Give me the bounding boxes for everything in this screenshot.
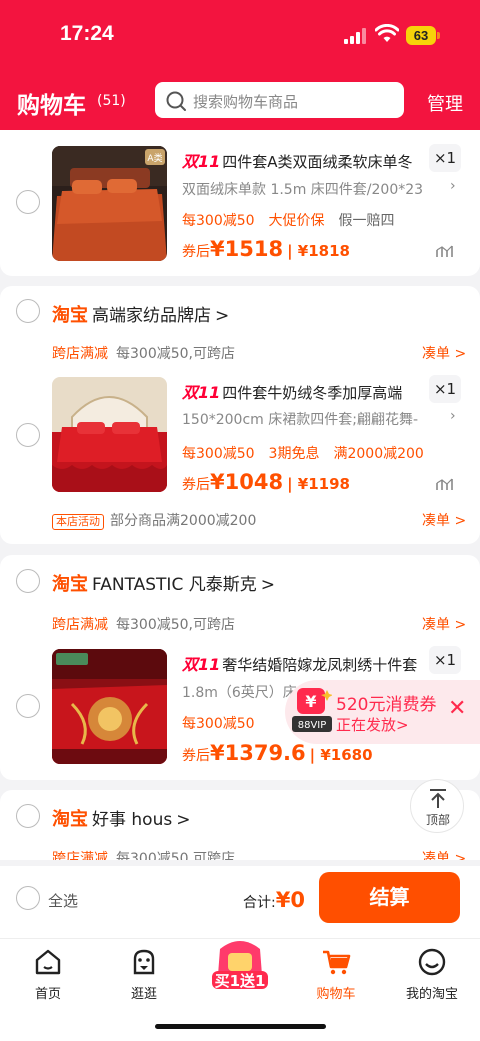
- cross-store-discount: 跨店满减 每300减50,可跨店: [52, 851, 235, 860]
- back-to-top-button[interactable]: 顶部: [410, 779, 464, 833]
- add-on-link[interactable]: 凑单 >: [422, 510, 466, 530]
- item-checkbox[interactable]: [16, 694, 40, 718]
- store-name[interactable]: 淘宝 高端家纺品牌店 >: [52, 301, 229, 327]
- promo-gift-icon: 买1送1: [212, 941, 268, 990]
- wifi-icon: [375, 24, 399, 42]
- item-title[interactable]: 双11 四件套A类双面绒柔软床单冬: [182, 148, 420, 172]
- cart-item-card: A类 双11 四件套A类双面绒柔软床单冬 ×1 双面绒床单款 1.5m 床四件套/…: [0, 130, 480, 276]
- home-icon: [35, 949, 61, 975]
- search-icon: [166, 91, 186, 111]
- vip-coupon-title: 520元消费券: [336, 695, 437, 715]
- cart-icon: [323, 950, 351, 975]
- item-promos: 每300减50: [182, 716, 255, 732]
- add-on-link[interactable]: 凑单 >: [422, 343, 466, 363]
- chevron-right-icon: ›: [450, 178, 456, 194]
- checkout-bar: 全选 合计:¥0 结算: [0, 866, 480, 938]
- svg-text:¥: ¥: [305, 692, 316, 711]
- item-quantity[interactable]: ×1: [429, 375, 461, 403]
- vip-coupon-icon: ¥ 88VIP: [292, 688, 332, 732]
- item-checkbox[interactable]: [16, 423, 40, 447]
- store-name[interactable]: 淘宝 好事 hous >: [52, 805, 190, 831]
- item-price: 券后¥1379.6 | ¥1680: [182, 741, 373, 765]
- store-checkbox[interactable]: [16, 804, 40, 828]
- profile-icon: [418, 948, 446, 976]
- price-trend-icon[interactable]: [436, 477, 454, 491]
- item-quantity[interactable]: ×1: [429, 144, 461, 172]
- browse-icon: [133, 949, 155, 975]
- svg-text:A类: A类: [147, 152, 162, 164]
- header: 17:24 63 购物车 (51) 搜索购物车商品 管理: [0, 0, 480, 130]
- item-promos: 每300减50 3期免息 满2000减200: [182, 446, 424, 462]
- add-on-link[interactable]: 凑单 >: [422, 848, 466, 860]
- cross-store-discount: 跨店满减 每300减50,可跨店: [52, 346, 235, 362]
- product-image[interactable]: A类: [52, 146, 167, 261]
- home-indicator: [155, 1024, 326, 1029]
- item-price: 券后¥1518 | ¥1818: [182, 237, 350, 261]
- total-amount: 合计:¥0: [243, 888, 305, 912]
- item-spec[interactable]: 双面绒床单款 1.5m 床四件套/200*23: [182, 179, 450, 199]
- battery-indicator: 63: [406, 26, 440, 45]
- store-checkbox[interactable]: [16, 299, 40, 323]
- store-name[interactable]: 淘宝 FANTASTIC 凡泰斯克 >: [52, 570, 275, 596]
- item-spec[interactable]: 1.8m（6英尺）床: [182, 682, 302, 702]
- store-activity: 本店活动 部分商品满2000减200: [52, 510, 256, 530]
- item-checkbox[interactable]: [16, 190, 40, 214]
- item-price: 券后¥1048 | ¥1198: [182, 470, 350, 494]
- arrow-up-icon: [430, 789, 446, 808]
- vip-coupon-banner[interactable]: ¥ 88VIP 520元消费券 正在发放> ✕: [285, 680, 480, 744]
- cross-store-discount: 跨店满减 每300减50,可跨店: [52, 617, 235, 633]
- checkout-button[interactable]: 结算: [319, 872, 460, 923]
- tab-promo[interactable]: 买1送1: [192, 935, 288, 991]
- select-all-checkbox[interactable]: [16, 886, 40, 910]
- item-quantity[interactable]: ×1: [429, 646, 461, 674]
- product-image[interactable]: [52, 649, 167, 764]
- status-bar: 17:24 63: [0, 0, 480, 70]
- manage-button[interactable]: 管理: [427, 90, 463, 116]
- search-placeholder: 搜索购物车商品: [193, 93, 299, 111]
- item-title[interactable]: 双11 奢华结婚陪嫁龙凤刺绣十件套: [182, 651, 420, 675]
- store-checkbox[interactable]: [16, 569, 40, 593]
- close-icon[interactable]: ✕: [448, 696, 466, 721]
- chevron-right-icon: ›: [450, 408, 456, 424]
- status-time: 17:24: [60, 22, 114, 45]
- store-card: 淘宝 好事 hous > 跨店满减 每300减50,可跨店 凑单 >: [0, 790, 480, 860]
- add-on-link[interactable]: 凑单 >: [422, 614, 466, 634]
- item-promos: 每300减50 大促价保 假一赔四: [182, 213, 395, 229]
- vip-coupon-subtitle: 正在发放>: [336, 716, 409, 734]
- cart-count: (51): [97, 93, 126, 109]
- activity-tag: 本店活动: [52, 514, 104, 530]
- svg-text:88VIP: 88VIP: [298, 720, 327, 731]
- store-card: 淘宝 高端家纺品牌店 > 跨店满减 每300减50,可跨店 凑单 > 双11 四件套牛奶…: [0, 286, 480, 544]
- search-input[interactable]: 搜索购物车商品: [155, 82, 404, 118]
- page-title: 购物车: [17, 93, 86, 119]
- tab-profile[interactable]: 我的淘宝: [384, 947, 480, 1002]
- back-to-top-label: 顶部: [425, 813, 450, 827]
- price-trend-icon[interactable]: [436, 244, 454, 258]
- signal-icon: [344, 28, 368, 44]
- select-all-label[interactable]: 全选: [48, 890, 78, 911]
- store-card: 淘宝 FANTASTIC 凡泰斯克 > 跨店满减 每300减50,可跨店 凑单 > 双…: [0, 555, 480, 780]
- svg-text:买1送1: 买1送1: [215, 972, 266, 990]
- product-image[interactable]: [52, 377, 167, 492]
- item-title[interactable]: 双11 四件套牛奶绒冬季加厚高端: [182, 379, 420, 403]
- tab-home[interactable]: 首页: [0, 947, 96, 1002]
- tab-cart[interactable]: 购物车: [288, 947, 384, 1002]
- tab-browse[interactable]: 逛逛: [96, 947, 192, 1002]
- item-spec[interactable]: 150*200cm 床裙款四件套;翩翩花舞-: [182, 409, 450, 429]
